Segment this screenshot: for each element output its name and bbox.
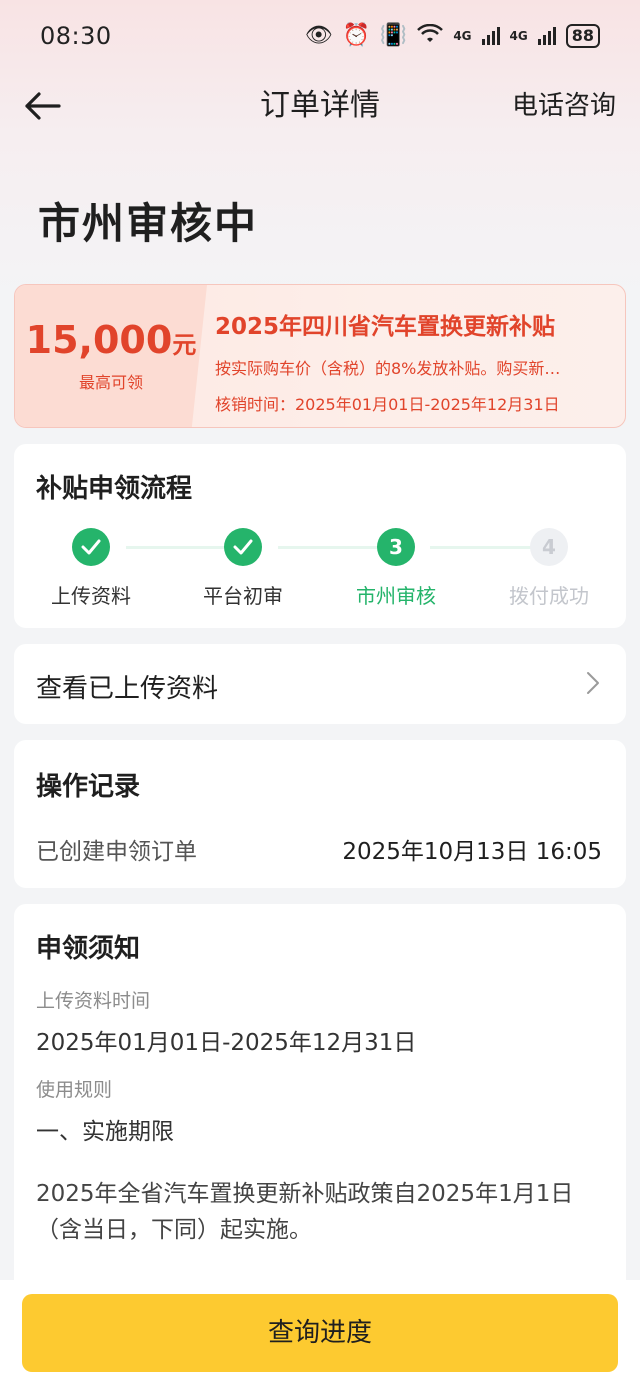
check-icon	[224, 528, 262, 566]
status-time: 08:30	[40, 22, 112, 50]
step-label: 平台初审	[203, 584, 283, 608]
subsidy-amount: 15,000元	[26, 321, 197, 359]
step-label: 上传资料	[51, 584, 131, 608]
order-status-heading: 市州审核中	[38, 199, 259, 248]
amount-subtitle: 最高可领	[78, 373, 143, 392]
rules-paragraph: 2025年全省汽车置换更新补贴政策自2025年1月1日（含当日，下同）起实施。	[36, 1181, 574, 1243]
rules-heading: 一、实施期限	[36, 1119, 174, 1145]
check-icon	[72, 528, 110, 566]
step-label: 市州审核	[356, 584, 436, 608]
signal-bars-icon-2	[537, 27, 556, 45]
eye-icon: 👁	[304, 23, 333, 48]
upload-time-value: 2025年01月01日-2025年12月31日	[36, 1030, 417, 1056]
chevron-right-icon	[587, 672, 599, 694]
flow-steps: 上传资料 平台初审 3 市州审核 4 拨付成功	[14, 528, 626, 618]
rules-label: 使用规则	[36, 1079, 113, 1101]
battery-indicator: 88	[565, 24, 600, 48]
query-progress-button[interactable]: 查询进度	[22, 1294, 618, 1372]
bottom-bar: 查询进度	[0, 1280, 640, 1387]
signal-icon-2: 4G	[509, 29, 528, 43]
uploaded-materials-link[interactable]: 查看已上传资料	[14, 644, 626, 724]
subsidy-validity: 核销时间：2025年01月01日-2025年12月31日	[215, 395, 560, 414]
records-title: 操作记录	[36, 772, 141, 802]
signal-bars-icon	[481, 27, 500, 45]
status-bar: 08:30 👁 ⏰ 📳 4G 4G 88	[0, 0, 640, 72]
subsidy-info: 2025年四川省汽车置换更新补贴 按实际购车价（含税）的8%发放补贴。购买新… …	[215, 307, 615, 415]
record-row: 已创建申领订单 2025年10月13日 16:05	[36, 832, 602, 866]
record-label: 已创建申领订单	[36, 839, 197, 865]
step-number: 4	[530, 528, 568, 566]
vibrate-icon: 📳	[379, 23, 408, 48]
notice-card: 申领须知 上传资料时间 2025年01月01日-2025年12月31日 使用规则…	[14, 904, 626, 1304]
back-arrow-icon	[25, 92, 61, 120]
phone-consult-button[interactable]: 电话咨询	[512, 72, 616, 140]
status-icons: 👁 ⏰ 📳 4G 4G 88	[304, 23, 600, 49]
step-payout: 4 拨付成功	[474, 528, 624, 609]
subsidy-amount-panel: 15,000元 最高可领	[15, 285, 207, 427]
notice-title: 申领须知	[36, 934, 141, 964]
step-number: 3	[377, 528, 415, 566]
record-time: 2025年10月13日 16:05	[342, 839, 602, 865]
alarm-icon: ⏰	[342, 23, 370, 48]
subsidy-banner[interactable]: 15,000元 最高可领 2025年四川省汽车置换更新补贴 按实际购车价（含税）…	[14, 284, 626, 428]
wifi-icon	[417, 23, 444, 49]
back-button[interactable]	[22, 86, 62, 126]
notice-body: 上传资料时间 2025年01月01日-2025年12月31日 使用规则 一、实施…	[36, 986, 606, 1248]
amount-value: 15,000	[25, 318, 173, 362]
flow-card: 补贴申领流程 上传资料 平台初审 3 市州审核 4 拨付成功	[14, 444, 626, 628]
subsidy-title: 2025年四川省汽车置换更新补贴	[215, 314, 556, 340]
amount-unit: 元	[172, 331, 197, 359]
operation-records-card: 操作记录 已创建申领订单 2025年10月13日 16:05	[14, 740, 626, 888]
step-platform-review: 平台初审	[168, 528, 318, 609]
upload-time-label: 上传资料时间	[36, 990, 151, 1012]
signal-icon: 4G	[453, 29, 472, 43]
flow-title: 补贴申领流程	[36, 474, 193, 504]
step-label: 拨付成功	[509, 584, 589, 608]
step-upload: 上传资料	[16, 528, 166, 609]
uploaded-materials-label: 查看已上传资料	[36, 674, 219, 704]
subsidy-description: 按实际购车价（含税）的8%发放补贴。购买新…	[215, 359, 561, 378]
step-city-review: 3 市州审核	[321, 528, 471, 609]
nav-bar: 订单详情 电话咨询	[0, 72, 640, 140]
